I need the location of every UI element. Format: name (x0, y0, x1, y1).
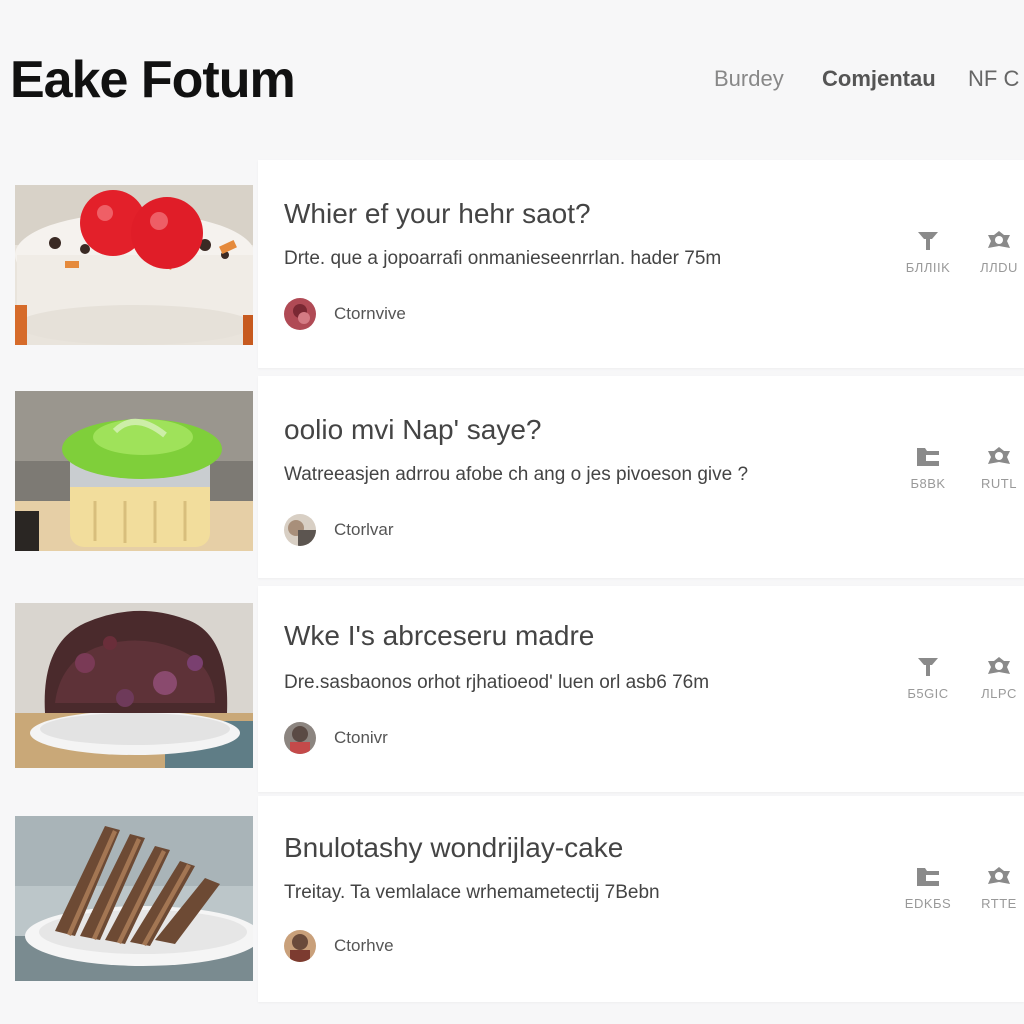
stat-label: RTTE (981, 896, 1017, 911)
avatar[interactable] (284, 298, 316, 330)
post-thumbnail[interactable] (15, 185, 253, 345)
post-card[interactable]: Wke I's abrceseru madre Dre.sasbaonos or… (258, 586, 1024, 792)
post-author[interactable]: Ctorhve (284, 930, 394, 962)
post-title[interactable]: oolio mvi Nap' saye? (284, 414, 541, 446)
stat-badge[interactable]: ЛLPC (969, 656, 1024, 701)
post-title[interactable]: Wke I's abrceseru madre (284, 620, 594, 652)
author-name[interactable]: Ctonivr (334, 728, 388, 748)
post-title[interactable]: Whier ef your hehr saot? (284, 198, 591, 230)
post-item[interactable]: oolio mvi Nap' saye? Watreeasjen adrrou … (0, 374, 1024, 580)
post-excerpt: Watreeasjen adrrou afobe ch ang o jes pi… (284, 464, 749, 485)
post-author[interactable]: Ctornvive (284, 298, 406, 330)
folder-icon (898, 446, 958, 468)
nav-link-3[interactable]: NF C (968, 66, 1019, 92)
author-name[interactable]: Ctornvive (334, 304, 406, 324)
stat-pin[interactable]: БЛЛIIK (898, 230, 958, 275)
stat-label: ЕDKБS (904, 896, 952, 911)
stat-badge[interactable]: RTTE (969, 866, 1024, 911)
avatar[interactable] (284, 514, 316, 546)
post-excerpt: Dre.sasbaonos orhot rjhatioeod' luen orl… (284, 672, 710, 693)
chocolate-wafer-cake-image (15, 816, 253, 981)
stat-badge[interactable]: RUTL (969, 446, 1024, 491)
badge-icon (969, 446, 1024, 468)
post-title[interactable]: Bnulotashy wondrijlay-cake (284, 832, 623, 864)
post-excerpt: Drte. que a jopoarrafi onmanieseenrrlan.… (284, 248, 722, 269)
author-name[interactable]: Ctorlvar (334, 520, 394, 540)
stat-label: RUTL (981, 476, 1017, 491)
post-card[interactable]: Whier ef your hehr saot? Drte. que a jop… (258, 160, 1024, 368)
badge-icon (969, 866, 1024, 888)
post-author[interactable]: Ctorlvar (284, 514, 394, 546)
stat-label: Б5GIC (907, 686, 949, 701)
post-author[interactable]: Ctonivr (284, 722, 388, 754)
stat-label: ЛЛDU (980, 260, 1018, 275)
folder-icon (898, 866, 958, 888)
avatar[interactable] (284, 722, 316, 754)
post-card[interactable]: Bnulotashy wondrijlay-cake Treitay. Ta v… (258, 796, 1024, 1002)
author-name[interactable]: Ctorhve (334, 936, 394, 956)
stat-label: Б8BK (910, 476, 946, 491)
stat-label: ЛLPC (981, 686, 1017, 701)
post-item[interactable]: Bnulotashy wondrijlay-cake Treitay. Ta v… (0, 796, 1024, 1002)
pin-icon (898, 230, 958, 252)
post-thumbnail[interactable] (15, 816, 253, 981)
strawberry-cake-image (15, 185, 253, 345)
post-thumbnail[interactable] (15, 603, 253, 768)
post-card[interactable]: oolio mvi Nap' saye? Watreeasjen adrrou … (258, 376, 1024, 578)
pin-icon (898, 656, 958, 678)
post-thumbnail[interactable] (15, 391, 253, 551)
stat-label: БЛЛIIK (905, 260, 951, 275)
site-header: Eake Fotum Burdey Comjentau NF C (0, 0, 1024, 160)
stat-pin[interactable]: Б5GIC (898, 656, 958, 701)
stat-folder[interactable]: ЕDKБS (898, 866, 958, 911)
nav-link-2[interactable]: Comjentau (822, 66, 936, 92)
post-item[interactable]: Whier ef your hehr saot? Drte. que a jop… (0, 160, 1024, 368)
chocolate-cake-image (15, 603, 253, 768)
badge-icon (969, 230, 1024, 252)
post-item[interactable]: Wke I's abrceseru madre Dre.sasbaonos or… (0, 586, 1024, 792)
stat-badge[interactable]: ЛЛDU (969, 230, 1024, 275)
post-excerpt: Treitay. Ta vemlalace wrhemametectij 7Be… (284, 882, 660, 903)
badge-icon (969, 656, 1024, 678)
site-title[interactable]: Eake Fotum (10, 50, 296, 110)
stat-folder[interactable]: Б8BK (898, 446, 958, 491)
nav-link-1[interactable]: Burdey (714, 66, 784, 92)
avatar[interactable] (284, 930, 316, 962)
cupcake-image (15, 391, 253, 551)
